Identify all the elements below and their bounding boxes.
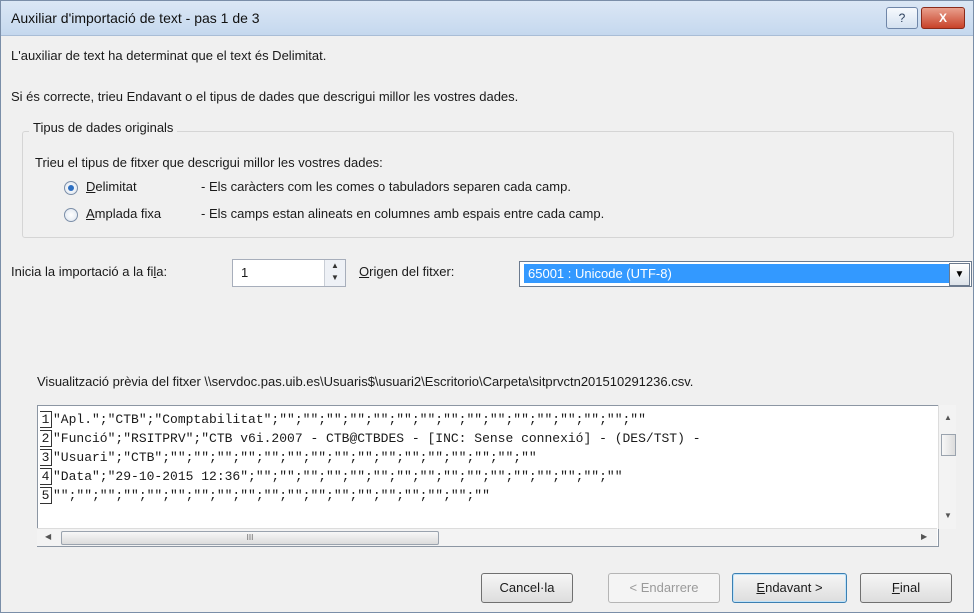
spin-down-icon[interactable]: ▼ <box>325 272 345 284</box>
preview-lines: 1 "Apl.";"CTB";"Comptabilitat";"";"";"";"… <box>40 410 930 516</box>
preview-line: 4 "Data";"29-10-2015 12:36";"";"";"";"";"… <box>40 467 930 486</box>
preview-vertical-scrollbar[interactable]: ▲ ▼ <box>938 405 956 529</box>
start-row-spinner[interactable]: 1 ▲ ▼ <box>232 259 346 287</box>
preview-line: 1 "Apl.";"CTB";"Comptabilitat";"";"";"";"… <box>40 410 930 429</box>
start-row-label: Inicia la importació a la fila: <box>11 264 168 279</box>
file-origin-label: Origen del fitxer: <box>359 264 455 279</box>
delimited-label[interactable]: Delimitat <box>86 179 137 194</box>
scroll-right-icon[interactable]: ▶ <box>921 532 927 541</box>
fixed-width-radio[interactable] <box>64 208 78 222</box>
delimited-description: - Els caràcters com les comes o tabulado… <box>201 179 571 194</box>
fixed-width-label[interactable]: Amplada fixa <box>86 206 161 221</box>
group-prompt: Trieu el tipus de fitxer que descrigui m… <box>35 155 383 170</box>
vertical-scroll-thumb[interactable] <box>941 434 956 456</box>
line-text: "Data";"29-10-2015 12:36";"";"";"";"";""… <box>53 469 623 484</box>
fixed-width-description: - Els camps estan alineats en columnes a… <box>201 206 605 221</box>
horizontal-scroll-thumb[interactable]: III <box>61 531 439 545</box>
group-legend: Tipus de dades originals <box>29 120 178 135</box>
cancel-button[interactable]: Cancel·la <box>481 573 573 603</box>
preview-line: 3 "Usuari";"CTB";"";"";"";"";"";"";"";"";… <box>40 448 930 467</box>
line-number: 3 <box>40 449 52 466</box>
title-bar[interactable]: Auxiliar d'importació de text - pas 1 de… <box>1 1 973 36</box>
chevron-down-icon[interactable]: ▼ <box>949 263 970 286</box>
line-text: "Funció";"RSITPRV";"CTB v6i.2007 - CTB@C… <box>53 431 701 446</box>
file-preview-box[interactable]: 1 "Apl.";"CTB";"Comptabilitat";"";"";"";"… <box>37 405 939 547</box>
line-number: 5 <box>40 487 52 504</box>
back-button[interactable]: < Endarrere <box>608 573 720 603</box>
scroll-left-icon[interactable]: ◀ <box>45 532 51 541</box>
intro-text-line1: L'auxiliar de text ha determinat que el … <box>11 48 327 63</box>
help-button[interactable]: ? <box>886 7 918 29</box>
scroll-up-icon[interactable]: ▲ <box>944 413 952 422</box>
line-number: 4 <box>40 468 52 485</box>
intro-text-line2: Si és correcte, trieu Endavant o el tipu… <box>11 89 519 104</box>
window-title: Auxiliar d'importació de text - pas 1 de… <box>11 10 260 26</box>
line-text: "Usuari";"CTB";"";"";"";"";"";"";"";"";"… <box>53 450 537 465</box>
file-origin-selected[interactable]: 65001 : Unicode (UTF-8) <box>524 264 950 283</box>
close-button[interactable]: X <box>921 7 965 29</box>
line-text: "Apl.";"CTB";"Comptabilitat";"";"";"";""… <box>53 412 646 427</box>
preview-line: 5 "";"";"";"";"";"";"";"";"";"";"";"";"";… <box>40 486 930 505</box>
next-button[interactable]: Endavant > <box>732 573 847 603</box>
line-text: "";"";"";"";"";"";"";"";"";"";"";"";"";"… <box>53 488 490 503</box>
finish-button[interactable]: Final <box>860 573 952 603</box>
preview-horizontal-scrollbar[interactable]: ◀ III ▶ <box>37 528 937 546</box>
line-number: 2 <box>40 430 52 447</box>
line-number: 1 <box>40 411 52 428</box>
spin-up-icon[interactable]: ▲ <box>325 260 345 272</box>
preview-label: Visualització prèvia del fitxer \\servdo… <box>37 374 694 389</box>
preview-line: 2 "Funció";"RSITPRV";"CTB v6i.2007 - CTB@… <box>40 429 930 448</box>
text-import-wizard-dialog: Auxiliar d'importació de text - pas 1 de… <box>0 0 974 613</box>
delimited-radio[interactable] <box>64 181 78 195</box>
file-origin-dropdown[interactable]: 65001 : Unicode (UTF-8) ▼ <box>519 261 972 287</box>
scroll-down-icon[interactable]: ▼ <box>944 511 952 520</box>
start-row-value[interactable]: 1 <box>241 265 248 280</box>
spinner-arrows[interactable]: ▲ ▼ <box>324 260 345 286</box>
